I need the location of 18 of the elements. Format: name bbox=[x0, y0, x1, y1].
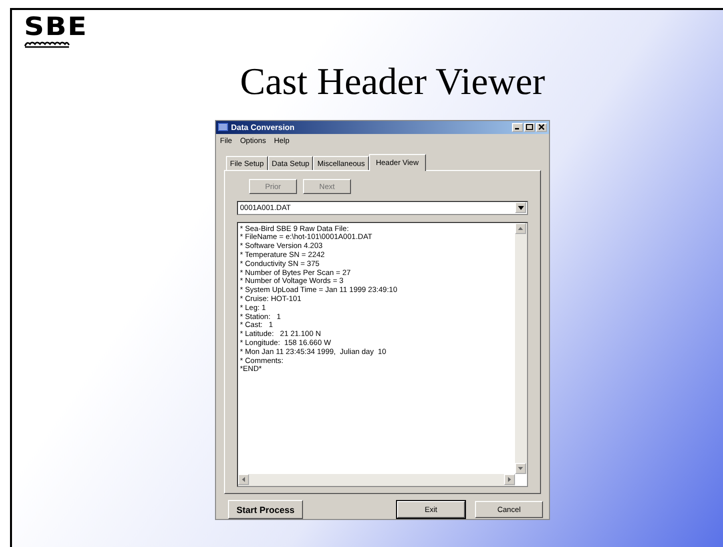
close-icon[interactable] bbox=[538, 124, 545, 130]
vertical-scrollbar[interactable] bbox=[515, 222, 527, 474]
minimize-button[interactable] bbox=[512, 122, 523, 132]
slide-title: Cast Header Viewer bbox=[240, 60, 546, 104]
scroll-down-icon[interactable] bbox=[518, 466, 523, 470]
maximize-button[interactable] bbox=[524, 122, 535, 132]
horizontal-scrollbar[interactable] bbox=[238, 474, 515, 486]
scroll-up-icon[interactable] bbox=[518, 226, 523, 230]
maximize-icon[interactable] bbox=[526, 124, 533, 130]
app-icon bbox=[218, 123, 228, 132]
logo-text: SBE bbox=[24, 16, 88, 38]
waves-icon bbox=[24, 40, 70, 48]
start-process-button[interactable]: Start Process bbox=[228, 500, 303, 519]
scroll-left-icon[interactable] bbox=[242, 476, 245, 482]
window-title: Data Conversion bbox=[231, 122, 295, 132]
header-text-area[interactable] bbox=[237, 222, 528, 487]
scroll-right-icon[interactable] bbox=[508, 476, 511, 482]
close-button[interactable] bbox=[536, 122, 547, 132]
